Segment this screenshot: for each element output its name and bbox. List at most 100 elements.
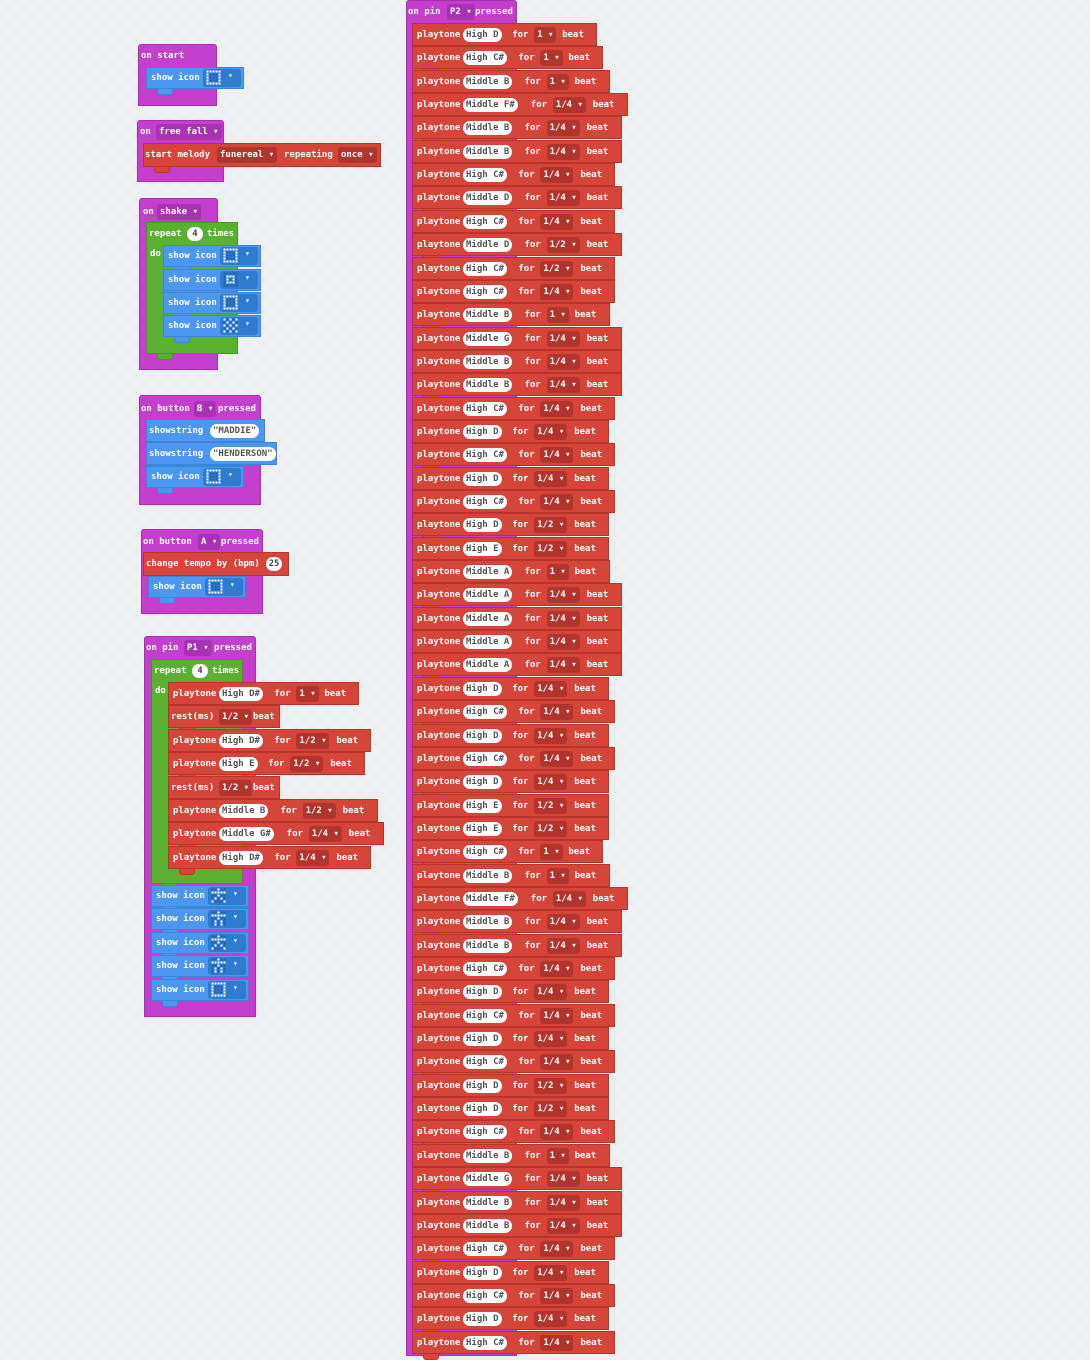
playtone-block[interactable]: playtone High E for 1/2 ▾ beat: [412, 536, 609, 566]
playtone-block[interactable]: playtone Middle B for 1 ▾ beat: [412, 1143, 610, 1173]
beat-dropdown[interactable]: 1/4 ▾: [540, 447, 574, 464]
beat-dropdown[interactable]: 1/2 ▾: [302, 803, 336, 819]
rest-block[interactable]: rest(ms) 1/2 ▾ beat: [168, 775, 280, 805]
beat-dropdown[interactable]: 1 ▾: [546, 73, 569, 90]
playtone-block[interactable]: playtone Middle B for 1 ▾ beat: [412, 69, 610, 99]
note-field[interactable]: High E: [219, 757, 258, 772]
playtone-block[interactable]: playtone Middle B for 1/4 ▾ beat: [412, 1213, 622, 1243]
beat-dropdown[interactable]: 1/2 ▾: [546, 237, 580, 254]
button-dropdown[interactable]: B ▾: [194, 401, 217, 417]
playtone-block[interactable]: playtone High D for 1/2 ▾ beat: [412, 1097, 609, 1127]
playtone-block[interactable]: playtone Middle B for 1 ▾ beat: [412, 303, 610, 333]
beat-dropdown[interactable]: 1/4 ▾: [546, 610, 580, 627]
pin-dropdown[interactable]: P2 ▾: [447, 4, 475, 20]
note-field[interactable]: Middle B: [463, 308, 513, 323]
playtone-block[interactable]: playtone Middle B for 1/4 ▾ beat: [412, 1190, 622, 1220]
note-field[interactable]: High C#: [463, 284, 507, 299]
playtone-block[interactable]: playtone High C# for 1/4 ▾ beat: [412, 396, 615, 426]
note-field[interactable]: High D: [463, 728, 502, 743]
note-field[interactable]: High D: [463, 518, 502, 533]
beat-dropdown[interactable]: 1/4 ▾: [540, 961, 574, 977]
icon-picker[interactable]: ▾: [208, 887, 246, 905]
note-field[interactable]: High D: [463, 28, 502, 42]
note-field[interactable]: Middle B: [463, 144, 513, 159]
beat-dropdown[interactable]: 1/4 ▾: [552, 97, 586, 114]
playtone-block[interactable]: playtone Middle B for 1/4 ▾ beat: [412, 349, 622, 379]
string-field[interactable]: "MADDIE": [210, 424, 260, 438]
beat-dropdown[interactable]: 1/4 ▾: [540, 1287, 574, 1304]
note-field[interactable]: Middle A: [463, 588, 513, 603]
icon-picker[interactable]: ▾: [208, 980, 246, 999]
beat-dropdown[interactable]: 1/4 ▾: [296, 849, 330, 866]
note-field[interactable]: High D: [463, 1312, 502, 1327]
playtone-block[interactable]: playtone High D# for 1/4 ▾ beat: [168, 845, 371, 875]
playtone-block[interactable]: playtone Middle G# for 1/4 ▾ beat: [168, 822, 384, 852]
playtone-block[interactable]: playtone High C# for 1/4 ▾ beat: [412, 163, 615, 193]
playtone-block[interactable]: playtone Middle D for 1/2 ▾ beat: [412, 233, 622, 263]
playtone-block[interactable]: playtone Middle A for 1/4 ▾ beat: [412, 630, 622, 660]
playtone-block[interactable]: playtone High D for 1/4 ▾ beat: [412, 723, 609, 753]
icon-picker[interactable]: ▾: [220, 294, 258, 312]
note-field[interactable]: Middle B: [463, 121, 513, 136]
beat-dropdown[interactable]: 1/4 ▾: [546, 1217, 580, 1234]
playtone-block[interactable]: playtone High C# for 1/4 ▾ beat: [412, 1120, 615, 1150]
beat-dropdown[interactable]: 1/4 ▾: [534, 774, 568, 791]
note-field[interactable]: Middle G: [463, 331, 513, 346]
beat-dropdown[interactable]: 1/4 ▾: [546, 143, 580, 160]
icon-picker[interactable]: ▾: [203, 69, 241, 87]
note-field[interactable]: Middle B: [463, 1218, 513, 1233]
beat-dropdown[interactable]: 1/2 ▾: [296, 732, 330, 749]
repeat-mode-dropdown[interactable]: once ▾: [338, 147, 377, 163]
playtone-block[interactable]: playtone High D for 1/4 ▾ beat: [412, 1307, 609, 1337]
icon-picker[interactable]: ▾: [208, 957, 246, 976]
playtone-block[interactable]: playtone Middle G for 1/4 ▾ beat: [412, 326, 622, 356]
beat-dropdown[interactable]: 1/4 ▾: [546, 353, 580, 370]
playtone-block[interactable]: playtone High C# for 1 ▾ beat: [412, 840, 603, 870]
beat-dropdown[interactable]: 1/4 ▾: [534, 470, 568, 487]
beat-dropdown[interactable]: 1 ▾: [546, 867, 569, 884]
beat-dropdown[interactable]: 1/4 ▾: [534, 984, 568, 1001]
beat-dropdown[interactable]: 1/4 ▾: [540, 213, 574, 230]
beat-dropdown[interactable]: 1/4 ▾: [546, 377, 580, 394]
playtone-block[interactable]: playtone Middle A for 1/4 ▾ beat: [412, 606, 622, 636]
playtone-block[interactable]: playtone High C# for 1/4 ▾ beat: [412, 746, 615, 776]
beat-dropdown[interactable]: 1/4 ▾: [546, 1171, 580, 1188]
playtone-block[interactable]: playtone High D for 1/4 ▾ beat: [412, 1260, 609, 1290]
beat-dropdown[interactable]: 1 ▾: [540, 50, 563, 67]
playtone-block[interactable]: playtone Middle D for 1/4 ▾ beat: [412, 186, 622, 216]
playtone-block[interactable]: playtone High C# for 1/4 ▾ beat: [412, 279, 615, 309]
note-field[interactable]: High C#: [463, 168, 507, 183]
icon-picker[interactable]: ▾: [220, 247, 258, 265]
icon-picker[interactable]: ▾: [205, 578, 243, 596]
icon-picker[interactable]: ▾: [220, 317, 258, 335]
note-field[interactable]: Middle B: [463, 74, 513, 89]
playtone-block[interactable]: playtone High E for 1/2 ▾ beat: [412, 793, 609, 823]
show-icon-block[interactable]: show icon ▾: [148, 576, 246, 604]
playtone-block[interactable]: playtone Middle B for 1/4 ▾ beat: [412, 910, 622, 940]
gesture-dropdown[interactable]: free fall ▾: [156, 124, 222, 140]
repeat-count[interactable]: 4: [187, 227, 203, 241]
icon-picker[interactable]: ▾: [208, 933, 246, 952]
note-field[interactable]: Middle A: [463, 565, 513, 580]
beat-dropdown[interactable]: 1/2 ▾: [290, 756, 324, 773]
note-field[interactable]: Middle A: [463, 611, 513, 626]
playtone-block[interactable]: playtone High C# for 1/4 ▾ beat: [412, 1050, 615, 1080]
beat-dropdown[interactable]: 1/2 ▾: [534, 1077, 568, 1094]
string-field[interactable]: "HENDERSON": [210, 447, 276, 461]
playtone-block[interactable]: playtone Middle B for 1/4 ▾ beat: [412, 933, 622, 963]
note-field[interactable]: High C#: [463, 51, 507, 66]
gesture-dropdown[interactable]: shake ▾: [157, 204, 201, 220]
playtone-block[interactable]: playtone High C# for 1 ▾ beat: [412, 46, 603, 76]
note-field[interactable]: Middle F#: [463, 891, 518, 906]
note-field[interactable]: High D: [463, 1078, 502, 1093]
show-icon-block[interactable]: show icon ▾: [151, 931, 249, 960]
show-icon-block[interactable]: show icon ▾: [146, 67, 244, 95]
note-field[interactable]: High C#: [463, 214, 507, 229]
beat-dropdown[interactable]: 1/2 ▾: [219, 709, 253, 726]
playtone-block[interactable]: playtone High C# for 1/4 ▾ beat: [412, 443, 615, 473]
beat-dropdown[interactable]: 1/2 ▾: [219, 779, 253, 796]
beat-dropdown[interactable]: 1/4 ▾: [546, 120, 580, 137]
beat-dropdown[interactable]: 1/4 ▾: [540, 494, 574, 510]
show-icon-block[interactable]: show icon ▾: [151, 885, 249, 913]
playtone-block[interactable]: playtone High E for 1/2 ▾ beat: [412, 816, 609, 846]
